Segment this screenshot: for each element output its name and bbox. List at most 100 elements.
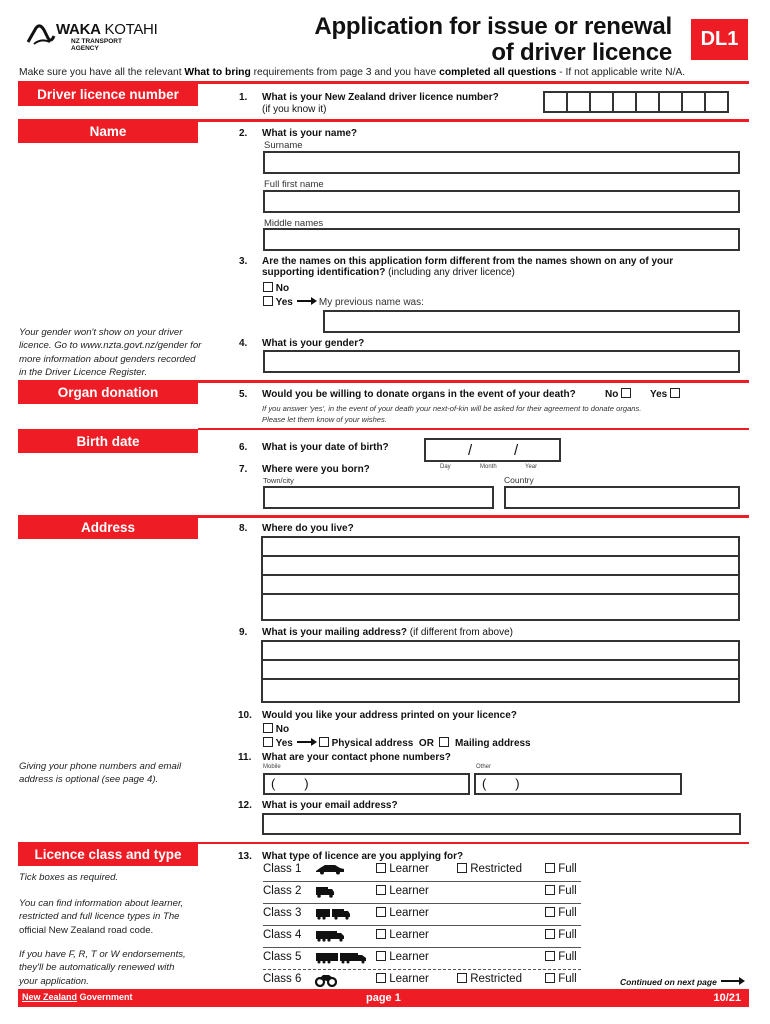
address-line[interactable] <box>263 576 738 595</box>
learner-option[interactable]: Learner <box>376 973 429 985</box>
q10-no-option[interactable]: No <box>263 723 289 735</box>
restricted-option[interactable]: Restricted <box>457 973 522 985</box>
checkbox[interactable] <box>545 951 555 961</box>
form-version: 10/21 <box>713 992 741 1004</box>
q9-number: 9. <box>239 627 248 638</box>
heavy-truck-icon <box>315 930 345 945</box>
full-option[interactable]: Full <box>545 863 577 875</box>
q10-yes-option[interactable]: Yes Physical address OR Mailing address <box>263 737 531 749</box>
day-label: Day <box>440 464 451 470</box>
email-field[interactable] <box>262 813 741 835</box>
previous-name-field[interactable] <box>323 310 740 333</box>
surname-field[interactable] <box>263 151 740 174</box>
licence-number-input[interactable] <box>543 91 729 113</box>
gender-field[interactable] <box>263 350 740 373</box>
arrow-right-icon <box>296 738 317 746</box>
middle-names-field[interactable] <box>263 228 740 251</box>
form-code-badge: DL1 <box>691 19 748 60</box>
address-line[interactable] <box>263 642 738 661</box>
licence-digit-box[interactable] <box>658 91 683 113</box>
full-option[interactable]: Full <box>545 929 577 941</box>
checkbox[interactable] <box>263 282 273 292</box>
address-line[interactable] <box>263 538 738 557</box>
mobile-phone-field[interactable]: ( ) <box>263 773 470 795</box>
date-of-birth-field[interactable]: / / <box>424 438 561 462</box>
checkbox[interactable] <box>376 973 386 983</box>
checkbox[interactable] <box>545 885 555 895</box>
licence-class-row: Class 2 Learner Full <box>263 882 581 904</box>
page-title: Application for issue or renewal of driv… <box>314 13 672 66</box>
class-label: Class 5 <box>263 951 302 963</box>
first-name-field[interactable] <box>263 190 740 213</box>
organ-no-option[interactable]: No <box>605 388 632 400</box>
checkbox[interactable] <box>376 951 386 961</box>
checkbox[interactable] <box>545 973 555 983</box>
gender-note: Your gender won't show on your driver lic… <box>19 327 202 378</box>
endorsement-note: If you have F, R, T or W endorsements, th… <box>19 949 186 987</box>
town-label: Town/city <box>263 476 294 485</box>
tick-note: Tick boxes as required. <box>19 872 119 883</box>
full-option[interactable]: Full <box>545 973 577 985</box>
q3-yes-option[interactable]: Yes My previous name was: <box>263 296 424 308</box>
learner-option[interactable]: Learner <box>376 929 429 941</box>
checkbox[interactable] <box>670 388 681 398</box>
checkbox[interactable] <box>376 907 386 917</box>
truck-icon <box>315 886 335 901</box>
learner-option[interactable]: Learner <box>376 951 429 963</box>
licence-digit-box[interactable] <box>704 91 729 113</box>
residential-address-field[interactable] <box>261 536 740 621</box>
checkbox[interactable] <box>545 929 555 939</box>
checkbox[interactable] <box>263 723 273 733</box>
nz-government-logo: New Zealand Government <box>22 992 133 1002</box>
checkbox[interactable] <box>376 929 386 939</box>
checkbox[interactable] <box>545 863 555 873</box>
country-label: Country <box>504 475 534 485</box>
mailing-address-field[interactable] <box>261 640 740 703</box>
divider <box>198 428 749 430</box>
organ-yes-option[interactable]: Yes <box>650 388 681 400</box>
checkbox[interactable] <box>376 863 386 873</box>
divider <box>198 380 749 383</box>
checkbox[interactable] <box>545 907 555 917</box>
licence-digit-box[interactable] <box>612 91 637 113</box>
address-line[interactable] <box>263 595 738 614</box>
licence-digit-box[interactable] <box>543 91 568 113</box>
other-phone-field[interactable]: ( ) <box>474 773 682 795</box>
learner-option[interactable]: Learner <box>376 863 429 875</box>
checkbox[interactable] <box>376 885 386 895</box>
licence-digit-box[interactable] <box>635 91 660 113</box>
physical-address-checkbox[interactable] <box>318 737 329 747</box>
q2-text: What is your name? <box>262 128 358 139</box>
licence-digit-box[interactable] <box>566 91 591 113</box>
motorcycle-icon <box>314 974 338 990</box>
mailing-address-checkbox[interactable] <box>439 737 450 747</box>
full-option[interactable]: Full <box>545 951 577 963</box>
birth-town-field[interactable] <box>263 486 494 509</box>
licence-digit-box[interactable] <box>589 91 614 113</box>
q3-no-option[interactable]: No <box>263 282 289 294</box>
birth-country-field[interactable] <box>504 486 740 509</box>
checkbox[interactable] <box>263 296 273 306</box>
restricted-option[interactable]: Restricted <box>457 863 522 875</box>
car-icon <box>315 864 345 878</box>
checkbox[interactable] <box>621 388 632 398</box>
licence-digit-box[interactable] <box>681 91 706 113</box>
learner-option[interactable]: Learner <box>376 907 429 919</box>
date-separator: / <box>514 442 519 459</box>
address-line[interactable] <box>263 661 738 680</box>
checkbox[interactable] <box>263 737 273 747</box>
address-line[interactable] <box>263 680 738 699</box>
full-option[interactable]: Full <box>545 885 577 897</box>
full-option[interactable]: Full <box>545 907 577 919</box>
class-label: Class 2 <box>263 885 302 897</box>
learner-option[interactable]: Learner <box>376 885 429 897</box>
checkbox[interactable] <box>457 863 467 873</box>
address-line[interactable] <box>263 557 738 576</box>
q7-number: 7. <box>239 464 248 475</box>
q1-number: 1. <box>239 92 248 103</box>
licence-class-row: Class 1 Learner Restricted Full <box>263 860 581 882</box>
year-label: Year <box>525 464 538 470</box>
q1-hint: (if you know it) <box>262 104 327 115</box>
checkbox[interactable] <box>457 973 467 983</box>
q11-text: What are your contact phone numbers? <box>262 752 451 763</box>
